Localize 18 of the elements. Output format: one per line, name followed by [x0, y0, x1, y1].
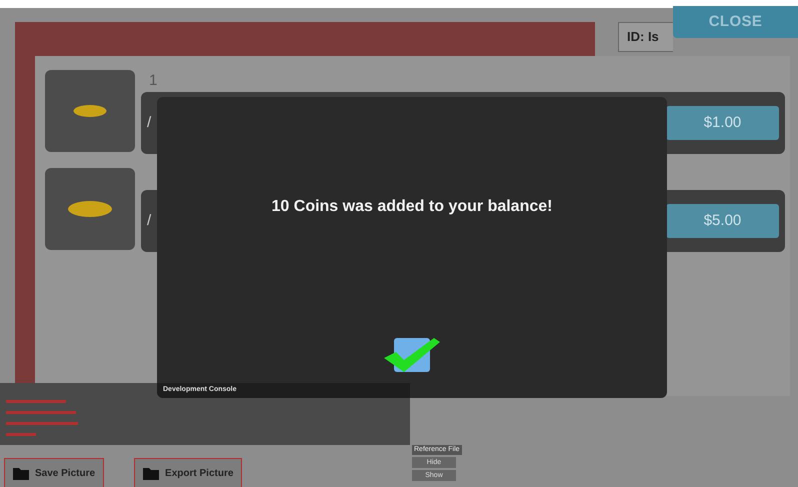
dialog-message: 10 Coins was added to your balance!	[272, 197, 552, 217]
id-field[interactable]: ID: Is	[618, 22, 673, 52]
folder-icon	[143, 466, 160, 480]
toolbar-button[interactable]: Export Picture	[134, 458, 242, 487]
log-line-drawing	[6, 422, 78, 425]
coin-icon	[72, 103, 108, 119]
toolbar-button[interactable]: Save Picture	[4, 458, 104, 487]
price-button[interactable]: $5.00	[666, 204, 779, 238]
log-line-drawing	[6, 433, 36, 436]
log-line-drawing	[6, 400, 66, 403]
item-name: /	[147, 112, 152, 133]
folder-icon	[13, 466, 29, 480]
close-button[interactable]: CLOSE	[673, 6, 798, 38]
item-number: 1	[149, 70, 158, 91]
item-name: /	[147, 210, 152, 231]
log-line-drawing	[6, 411, 76, 414]
coin-icon	[66, 199, 114, 219]
price-button[interactable]: $1.00	[666, 106, 779, 140]
